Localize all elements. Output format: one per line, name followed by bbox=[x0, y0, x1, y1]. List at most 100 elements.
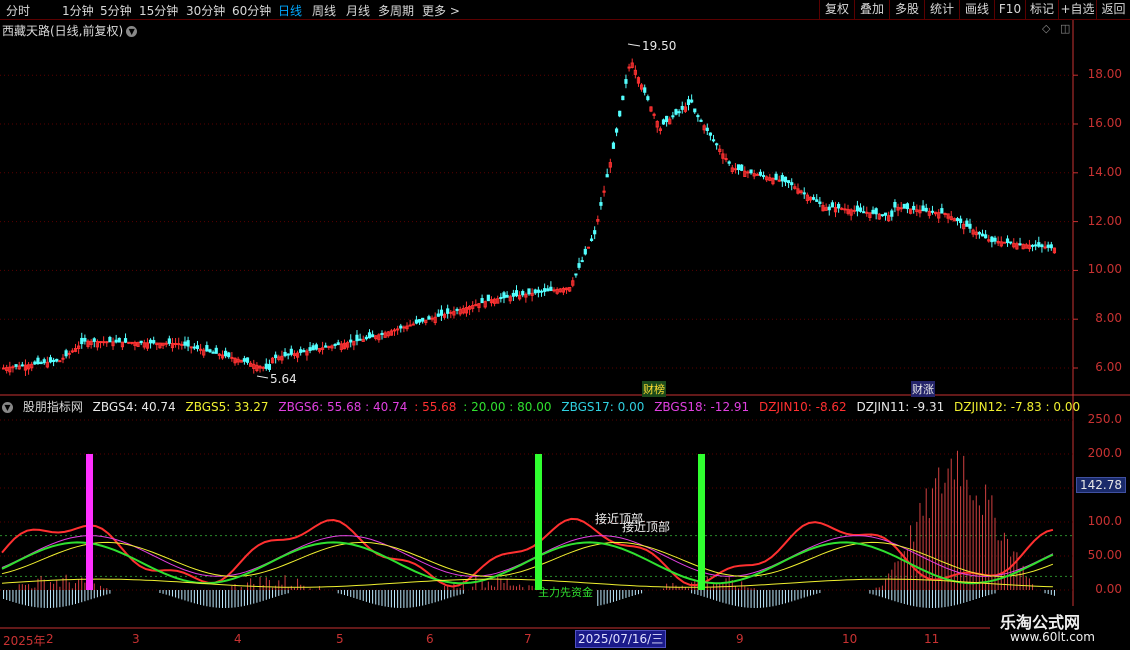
candle-body bbox=[499, 297, 503, 300]
candle-body bbox=[699, 119, 703, 122]
candle-body bbox=[314, 344, 318, 350]
candle-body bbox=[855, 205, 859, 212]
annotation-label: 接近顶部 bbox=[622, 520, 671, 534]
candle-body bbox=[1, 367, 6, 370]
candle-body bbox=[11, 366, 15, 369]
candle-body bbox=[758, 171, 763, 176]
candle-body bbox=[98, 341, 103, 344]
current-value-badge: 142.78 bbox=[1076, 477, 1126, 493]
candle-body bbox=[505, 294, 509, 298]
candle-body bbox=[449, 311, 453, 314]
x-axis-label: 4 bbox=[234, 632, 242, 646]
candle-body bbox=[574, 273, 578, 276]
indicator-name[interactable]: 股朋指标网 bbox=[23, 400, 83, 414]
candle-body bbox=[990, 236, 994, 243]
candle-body bbox=[67, 352, 71, 355]
x-axis-label: 5 bbox=[336, 632, 344, 646]
candle-body bbox=[643, 87, 647, 93]
x-axis-label: 11 bbox=[924, 632, 940, 646]
candle-body bbox=[311, 345, 315, 351]
event-tag[interactable]: 财涨 bbox=[911, 381, 935, 397]
candle-body bbox=[858, 207, 863, 212]
candle-body bbox=[349, 339, 353, 343]
candle-body bbox=[286, 353, 290, 356]
candle-body bbox=[943, 212, 947, 215]
candle-body bbox=[627, 66, 631, 69]
indicator-dropdown-icon[interactable]: ▼ bbox=[2, 402, 13, 413]
candle-body bbox=[984, 234, 988, 239]
candle-body bbox=[427, 316, 431, 320]
x-axis-label: 10 bbox=[842, 632, 858, 646]
candle-body bbox=[52, 359, 56, 362]
candle-body bbox=[408, 324, 412, 327]
price-tick-label: 16.00 bbox=[1087, 116, 1122, 130]
signal-bar bbox=[535, 454, 542, 590]
candle-body bbox=[621, 95, 625, 101]
candle-body bbox=[299, 349, 303, 353]
candle-body bbox=[70, 350, 74, 353]
candle-body bbox=[14, 364, 18, 367]
candle-body bbox=[690, 99, 694, 103]
candle-body bbox=[92, 338, 96, 342]
candle-body bbox=[1043, 246, 1047, 249]
price-tick-label: 12.00 bbox=[1087, 213, 1122, 228]
candle-body bbox=[205, 345, 209, 352]
candle-body bbox=[411, 323, 415, 326]
candle-body bbox=[880, 214, 885, 217]
candle-body bbox=[189, 346, 193, 349]
candle-body bbox=[358, 338, 362, 341]
candle-body bbox=[577, 263, 581, 268]
candle-body bbox=[959, 218, 963, 223]
price-tick-label: 6.00 bbox=[1095, 360, 1122, 374]
legend-item: : 55.68 bbox=[414, 400, 457, 414]
candle-body bbox=[905, 203, 910, 210]
candle-body bbox=[783, 176, 788, 183]
candle-body bbox=[1040, 244, 1044, 248]
candle-body bbox=[455, 308, 459, 311]
candle-body bbox=[245, 357, 250, 363]
x-axis-label: 6 bbox=[426, 632, 434, 646]
candle-body bbox=[843, 208, 847, 211]
candle-body bbox=[589, 238, 594, 242]
legend-item: DZJIN12: -7.83 : 0.00 bbox=[954, 400, 1081, 414]
candle-body bbox=[677, 111, 681, 114]
candle-body bbox=[527, 288, 531, 295]
candle-body bbox=[480, 298, 484, 304]
legend-item: ZBGS18: -12.91 bbox=[654, 400, 750, 414]
candle-body bbox=[965, 220, 969, 227]
candle-body bbox=[818, 201, 822, 204]
candle-body bbox=[583, 248, 587, 255]
candle-body bbox=[1037, 242, 1041, 247]
candle-body bbox=[605, 174, 609, 178]
candle-body bbox=[327, 346, 331, 349]
candle-body bbox=[539, 290, 544, 293]
candle-body bbox=[940, 208, 944, 214]
candlestick-chart bbox=[0, 20, 1130, 629]
candle-body bbox=[414, 319, 419, 324]
price-tick-label: 10.00 bbox=[1087, 262, 1122, 277]
candle-body bbox=[955, 218, 960, 222]
candle-body bbox=[371, 334, 375, 338]
candle-body bbox=[812, 197, 816, 200]
candle-body bbox=[227, 352, 231, 358]
candle-body bbox=[208, 349, 212, 353]
candle-body bbox=[242, 358, 246, 362]
candle-body bbox=[58, 360, 62, 363]
event-tag[interactable]: 财榜 bbox=[642, 381, 666, 397]
candle-body bbox=[746, 171, 750, 174]
candle-body bbox=[790, 182, 794, 186]
candle-body bbox=[114, 339, 118, 343]
indicator-tick-label: 250.0 bbox=[1087, 412, 1122, 426]
candle-body bbox=[1034, 244, 1038, 247]
candle-body bbox=[924, 207, 928, 212]
candle-body bbox=[786, 180, 791, 184]
candle-body bbox=[108, 336, 112, 343]
candle-body bbox=[840, 207, 844, 210]
candle-body bbox=[364, 336, 368, 340]
candle-body bbox=[199, 348, 203, 351]
x-axis-label: 2025年 bbox=[3, 634, 46, 648]
candle-body bbox=[883, 212, 888, 216]
legend-item: DZJIN10: -8.62 bbox=[758, 400, 847, 414]
high-arrow bbox=[627, 43, 641, 47]
candle-body bbox=[267, 364, 272, 370]
